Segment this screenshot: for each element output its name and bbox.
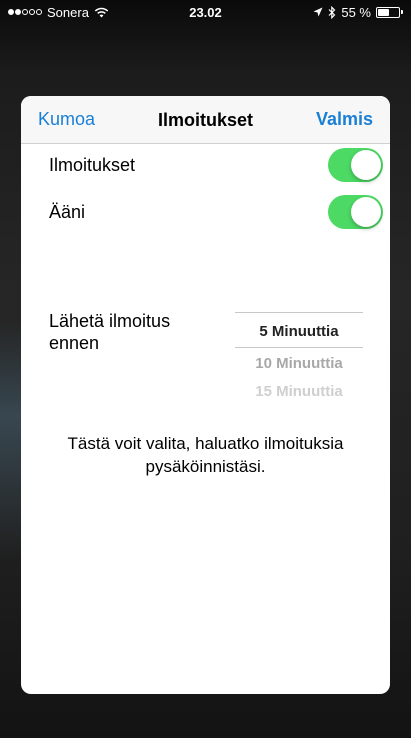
battery-fill — [378, 8, 389, 16]
notifications-label: Ilmoitukset — [49, 154, 136, 175]
notifications-row: Ilmoitukset — [49, 148, 383, 182]
picker-divider — [235, 347, 363, 348]
toggle-knob — [351, 150, 381, 180]
status-right: 55 % — [313, 5, 403, 20]
location-arrow-icon — [313, 7, 323, 17]
picker-option[interactable]: 15 Minuuttia — [235, 383, 363, 397]
battery-icon — [376, 6, 403, 18]
sound-row: Ääni — [49, 195, 383, 229]
carrier-name: Sonera — [47, 4, 89, 20]
status-time: 23.02 — [189, 4, 222, 20]
wifi-icon — [94, 7, 109, 17]
toggle-knob — [351, 197, 381, 227]
notifications-modal: Kumoa Ilmoitukset Valmis Ilmoitukset Ään… — [21, 96, 390, 694]
signal-dot — [29, 9, 35, 15]
signal-strength-icon — [8, 9, 42, 15]
status-bar: Sonera 23.02 55 % — [0, 0, 411, 24]
bluetooth-icon — [328, 5, 336, 19]
sound-label: Ääni — [49, 201, 86, 222]
signal-dot — [15, 9, 21, 15]
signal-dot — [22, 9, 28, 15]
sound-toggle[interactable] — [328, 195, 383, 229]
background-blur — [0, 320, 22, 560]
picker-option-selected[interactable]: 5 Minuuttia — [235, 323, 363, 340]
battery-percent: 55 % — [341, 4, 371, 20]
picker-divider — [235, 312, 363, 313]
signal-dot — [8, 9, 14, 15]
picker-label: Lähetä ilmoitus ennen — [49, 311, 171, 353]
cancel-button[interactable]: Kumoa — [38, 109, 95, 130]
reminder-time-picker[interactable]: 5 Minuuttia 10 Minuuttia 15 Minuuttia — [235, 311, 363, 397]
picker-option[interactable]: 10 Minuuttia — [235, 355, 363, 372]
modal-title: Ilmoitukset — [157, 110, 254, 130]
modal-nav-bar: Kumoa Ilmoitukset Valmis — [21, 96, 390, 144]
notifications-toggle[interactable] — [328, 148, 383, 182]
done-button[interactable]: Valmis — [316, 109, 373, 130]
battery-body — [376, 6, 400, 18]
info-text: Tästä voit valita, haluatko ilmoituksia … — [67, 434, 344, 476]
battery-tip — [401, 10, 403, 14]
signal-dot — [36, 9, 42, 15]
status-left: Sonera — [8, 5, 109, 20]
